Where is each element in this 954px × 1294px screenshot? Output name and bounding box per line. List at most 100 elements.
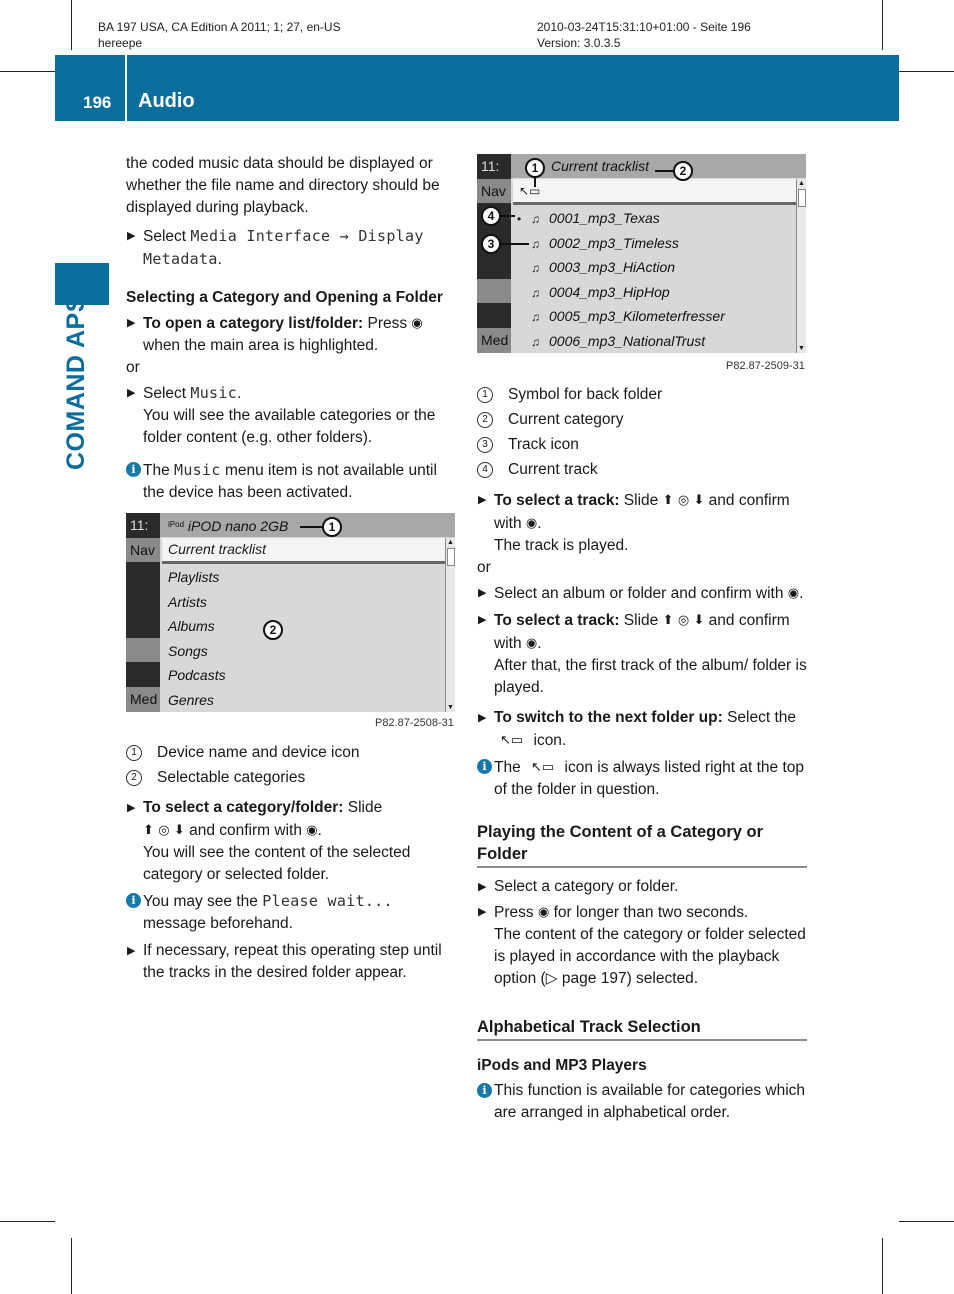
track-row[interactable]: ♫ 0005_mp3_Kilometerfresser <box>513 304 796 329</box>
intro-paragraph: the coded music data should be displayed… <box>126 155 440 216</box>
category-item[interactable]: Albums <box>162 614 445 639</box>
scroll-down-icon[interactable]: ▼ <box>446 703 455 712</box>
category-item[interactable]: Podcasts <box>162 663 445 688</box>
scroll-thumb[interactable] <box>798 189 806 207</box>
category-item[interactable]: Songs <box>162 639 445 664</box>
callout-2: 2 <box>263 620 283 640</box>
track-name: 0002_mp3_Timeless <box>549 234 679 251</box>
step-select-track-2: ▶ To select a track: Slide ⬆ ◎ ⬇ and con… <box>477 609 807 699</box>
track-note-icon: ♫ <box>531 310 540 324</box>
legend-label: Selectable categories <box>157 769 306 786</box>
current-track-dot-icon: • <box>517 212 522 226</box>
info-back-folder: i The ↖▭ icon is always listed right at … <box>477 756 807 801</box>
track-note-icon: ♫ <box>531 285 540 300</box>
back-folder-icon: ↖▭ <box>500 732 524 747</box>
controller-press-icon: ◉ <box>306 822 318 837</box>
callout-leader <box>501 215 515 217</box>
step-repeat: ▶ If necessary, repeat this operating st… <box>127 942 442 981</box>
legend-label: Device name and device icon <box>157 744 360 761</box>
track-row[interactable]: ♫ 0003_mp3_HiAction <box>513 255 796 280</box>
step-result: The track is played. <box>494 537 629 554</box>
step-select-category-folder: ▶ Select a category or folder. <box>477 876 807 898</box>
scroll-up-icon[interactable]: ▲ <box>446 538 455 547</box>
step-select-display-metadata: ▶ Select Media Interface → Display Metad… <box>127 227 424 268</box>
step-select-album: ▶ Select an album or folder and confirm … <box>477 582 807 605</box>
step-folder-up: ▶ To switch to the next folder up: Selec… <box>478 709 797 749</box>
info-music-activation: i The Music menu item is not available u… <box>126 459 458 504</box>
callout-leader <box>655 170 675 172</box>
callout-1: 1 <box>322 517 342 537</box>
slide-up-icon: ⬆ <box>662 492 674 507</box>
category-item[interactable]: Playlists <box>162 565 445 590</box>
legend-item: 3 Track icon <box>477 434 807 456</box>
step-marker-icon: ▶ <box>127 230 136 242</box>
heading-alphabetical: Alphabetical Track Selection <box>477 1016 807 1041</box>
track-name: 0004_mp3_HipHop <box>549 283 670 300</box>
track-row[interactable]: • ♫ 0001_mp3_Texas <box>513 206 796 231</box>
category-item[interactable]: Genres <box>162 688 445 713</box>
scroll-down-icon[interactable]: ▼ <box>797 344 806 353</box>
scroll-up-icon[interactable]: ▲ <box>797 179 806 188</box>
category-list: Playlists Artists Albums Songs Podcasts Genre… <box>162 565 445 712</box>
or-separator: or <box>126 359 140 376</box>
controller-press-icon: ◉ <box>525 635 538 650</box>
controller-press-icon: ◉ <box>537 904 550 919</box>
back-folder-icon[interactable]: ↖▭ <box>519 184 540 198</box>
scroll-thumb[interactable] <box>447 548 455 566</box>
controller-icon: ◎ <box>158 822 170 837</box>
legend-item: 4 Current track <box>477 459 807 481</box>
track-list: • ♫ 0001_mp3_Texas ♫ 0002_mp3_Timeless ♫ 0003_… <box>513 206 796 353</box>
menu-item-music: Music <box>190 384 238 402</box>
crop-mark <box>899 1221 954 1222</box>
legend-number: 4 <box>477 462 493 478</box>
callout-leader <box>501 243 529 245</box>
info-icon: i <box>477 759 492 774</box>
slide-down-icon: ⬇ <box>173 822 185 837</box>
track-row[interactable]: ♫ 0006_mp3_NationalTrust <box>513 329 796 354</box>
print-meta-timestamp: 2010-03-24T15:31:10+01:00 - Seite 196 <box>537 20 751 34</box>
info-icon: i <box>126 893 141 908</box>
category-item[interactable]: Artists <box>162 590 445 615</box>
back-folder-icon: ↖▭ <box>531 759 555 774</box>
legend-number: 1 <box>126 745 142 761</box>
crop-mark <box>0 71 55 72</box>
chapter-label: COMAND APS <box>62 295 90 470</box>
info-please-wait: i You may see the Please wait... message… <box>126 890 458 935</box>
scrollbar[interactable]: ▲ ▼ <box>445 538 455 712</box>
category-header: Current tracklist <box>511 154 806 178</box>
track-row[interactable]: ♫ 0002_mp3_Timeless <box>513 231 796 256</box>
legend-label: Current category <box>508 411 624 428</box>
strip-band <box>477 279 511 303</box>
track-note-icon: ♫ <box>531 261 540 275</box>
track-name: 0006_mp3_NationalTrust <box>549 332 706 349</box>
step-marker-icon: ▶ <box>478 587 487 599</box>
legend-number: 2 <box>477 412 493 428</box>
scrollbar[interactable]: ▲ ▼ <box>796 179 806 353</box>
step-marker-icon: ▶ <box>127 317 136 329</box>
track-name: 0005_mp3_Kilometerfresser <box>549 308 725 324</box>
selected-item-current-tracklist[interactable]: Current tracklist <box>162 538 445 564</box>
crop-mark <box>882 0 883 50</box>
legend-item: 2 Current category <box>477 409 807 431</box>
legend-item: 1 Device name and device icon <box>126 742 458 764</box>
back-folder-row[interactable]: ↖▭ <box>513 179 796 205</box>
right-column: 1 Symbol for back folder 2 Current category… <box>477 381 807 1124</box>
step-result: You will see the available categories or… <box>143 407 436 446</box>
info-alphabetical: i This function is available for categor… <box>477 1080 807 1124</box>
crop-mark <box>71 0 72 50</box>
step-select-track: ▶ To select a track: Slide ⬆ ◎ ⬇ and con… <box>477 489 807 557</box>
device-header: iPod iPOD nano 2GB <box>160 513 455 537</box>
legend-label: Track icon <box>508 436 579 453</box>
track-note-icon: ♫ <box>531 212 540 226</box>
left-column-lower: 1 Device name and device icon 2 Selectable … <box>126 739 458 984</box>
step-press-long: ▶ Press ◉ for longer than two seconds. T… <box>477 901 807 990</box>
controller-icon: ◎ <box>677 492 690 507</box>
legend-number: 2 <box>126 770 142 786</box>
track-row[interactable]: ♫ 0004_mp3_HipHop <box>513 280 796 305</box>
figure-code: P82.87-2509-31 <box>726 360 805 372</box>
controller-press-icon: ◉ <box>411 315 423 330</box>
track-name: 0001_mp3_Texas <box>549 210 660 226</box>
heading-selecting-category: Selecting a Category and Opening a Folde… <box>126 289 443 306</box>
clock-text: 11: <box>481 158 500 174</box>
header-divider <box>125 55 127 121</box>
